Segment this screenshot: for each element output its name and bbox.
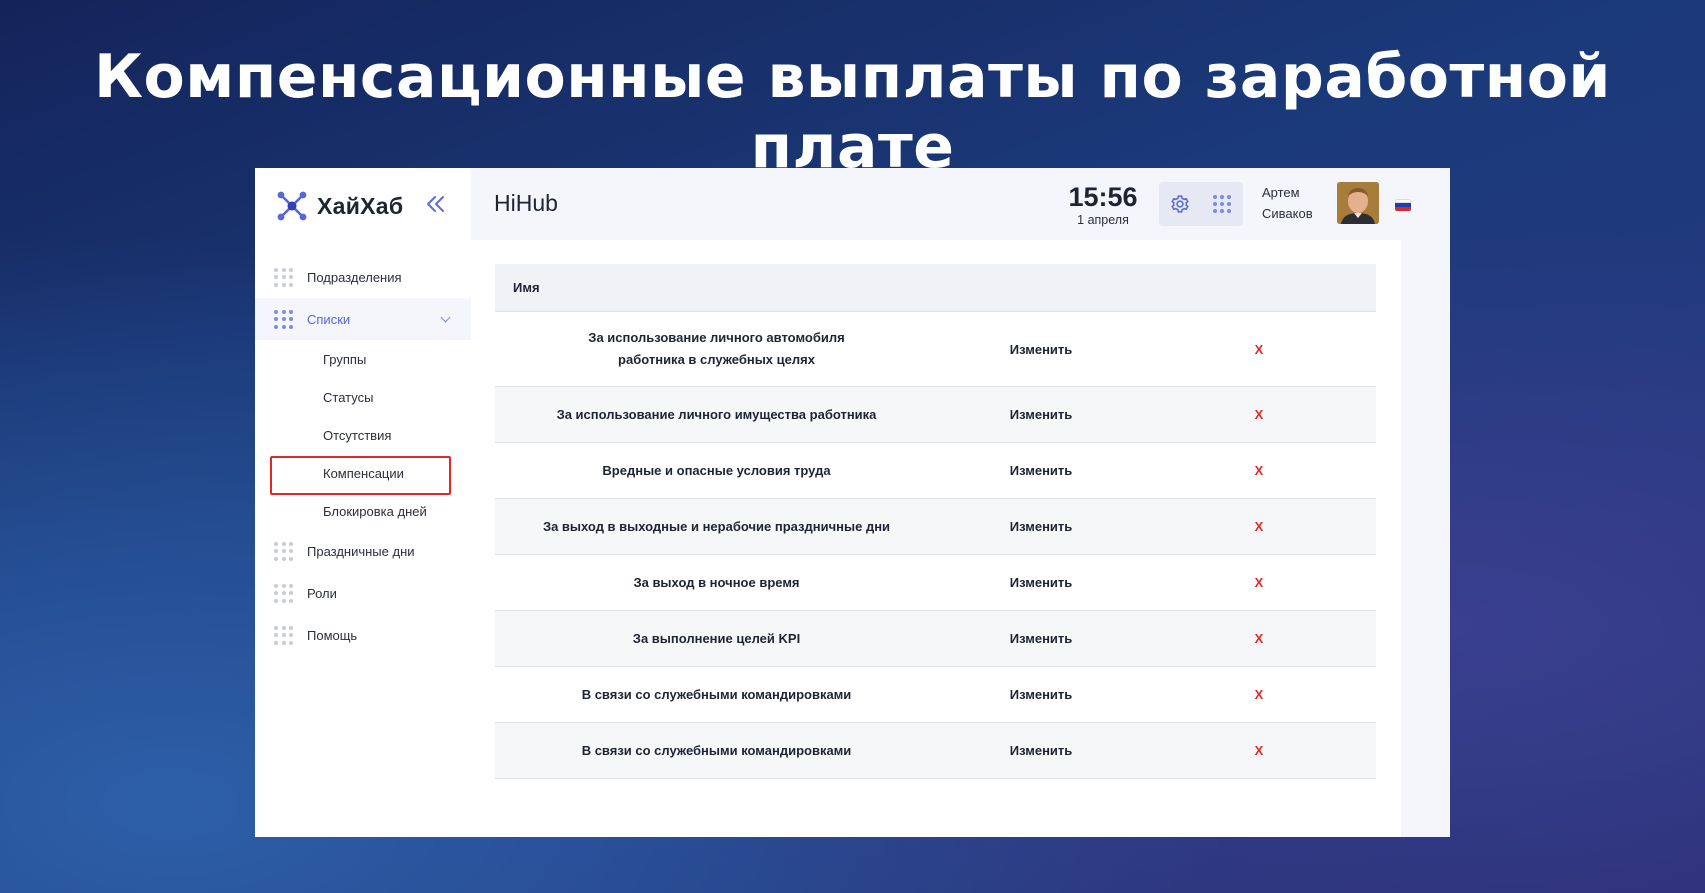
double-chevron-left-icon[interactable] (425, 192, 447, 216)
apps-grid-icon (1213, 195, 1231, 213)
sidebar-item-help[interactable]: Помощь (255, 614, 471, 656)
clock-time: 15:56 (1068, 182, 1138, 212)
edit-button[interactable]: Изменить (938, 519, 1144, 534)
edit-button[interactable]: Изменить (938, 463, 1144, 478)
grid-icon (274, 267, 293, 287)
compensation-name: Вредные и опасные условия труда (602, 462, 831, 478)
user-name[interactable]: Артем Сиваков (1262, 182, 1313, 224)
table-body: За использование личного автомобиля рабо… (495, 312, 1376, 779)
user-last-name: Сиваков (1262, 206, 1313, 221)
edit-button[interactable]: Изменить (938, 575, 1144, 590)
slide-title: Компенсационные выплаты по заработной пл… (94, 42, 1611, 182)
edit-button[interactable]: Изменить (938, 743, 1144, 758)
sidebar-item-label: Списки (307, 311, 351, 327)
apps-button[interactable] (1209, 191, 1235, 217)
clock-date: 1 апреля (1077, 213, 1129, 227)
sidebar-item-label: Помощь (307, 627, 358, 643)
logo-icon (277, 191, 307, 221)
sidebar-subitem-label: Статусы (323, 389, 374, 405)
edit-button[interactable]: Изменить (938, 687, 1144, 702)
table-row: За использование личного имущества работ… (495, 387, 1376, 443)
content-panel: Имя За использование личного автомобиля … (471, 240, 1401, 837)
user-first-name: Артем (1262, 185, 1300, 200)
logo[interactable]: ХайХаб (275, 188, 403, 224)
app-window: ХайХаб Подразделения Списки Группы Стату… (255, 168, 1450, 837)
page-title: HiHub (494, 190, 558, 216)
delete-button[interactable]: X (1144, 687, 1374, 702)
table-row: В связи со служебными командировками Изме… (495, 667, 1376, 723)
chevron-down-icon (440, 312, 451, 322)
sidebar: ХайХаб Подразделения Списки Группы Стату… (255, 168, 471, 837)
compensation-name: За выход в выходные и нерабочие празднич… (542, 518, 891, 534)
table-row: За использование личного автомобиля рабо… (495, 312, 1376, 387)
sidebar-item-label: Подразделения (307, 269, 402, 285)
delete-button[interactable]: X (1144, 743, 1374, 758)
compensation-name: За выход в ночное время (633, 574, 800, 590)
sidebar-nav: Подразделения Списки Группы Статусы Отсу… (255, 256, 471, 656)
table-row: За выход в выходные и нерабочие празднич… (495, 499, 1376, 555)
sidebar-item-lists[interactable]: Списки (255, 298, 471, 340)
logo-text: ХайХаб (317, 192, 404, 219)
table-row: В связи со служебными командировками Изме… (495, 723, 1376, 779)
topbar: HiHub 15:56 1 апреля Артем Сиваков (471, 168, 1450, 240)
edit-button[interactable]: Изменить (938, 342, 1144, 357)
table-header: Имя (495, 264, 1376, 312)
toolbar (1159, 182, 1243, 226)
compensation-name: В связи со служебными командировками (581, 686, 852, 702)
language-flag-ru[interactable] (1395, 199, 1411, 211)
sidebar-subitem-groups[interactable]: Группы (255, 340, 471, 378)
sidebar-item-label: Роли (307, 585, 337, 601)
sidebar-subitem-label: Группы (323, 351, 367, 367)
compensation-name: В связи со служебными командировками (581, 742, 852, 758)
sidebar-item-departments[interactable]: Подразделения (255, 256, 471, 298)
sidebar-item-label: Праздничные дни (307, 543, 415, 559)
grid-icon (274, 541, 293, 561)
column-header-name[interactable]: Имя (513, 280, 540, 295)
edit-button[interactable]: Изменить (938, 407, 1144, 422)
sidebar-subitem-label: Компенсации (323, 465, 404, 481)
grid-icon (274, 625, 293, 645)
gear-icon (1171, 195, 1189, 213)
sidebar-subitem-label: Блокировка дней (323, 503, 427, 519)
avatar[interactable] (1337, 182, 1379, 224)
sidebar-subitem-statuses[interactable]: Статусы (255, 378, 471, 416)
table-row: Вредные и опасные условия труда Изменить X (495, 443, 1376, 499)
compensation-name: За использование личного автомобиля рабо… (588, 330, 845, 367)
sidebar-subitem-compensations[interactable]: Компенсации (255, 454, 471, 495)
compensation-name: За использование личного имущества работ… (556, 406, 877, 422)
main-area: HiHub 15:56 1 апреля Артем Сиваков Имя З… (471, 168, 1450, 837)
delete-button[interactable]: X (1144, 407, 1374, 422)
sidebar-subitem-absences[interactable]: Отсутствия (255, 416, 471, 454)
sidebar-subitem-label: Отсутствия (323, 427, 392, 443)
clock: 15:56 1 апреля (1059, 182, 1147, 227)
sidebar-item-roles[interactable]: Роли (255, 572, 471, 614)
delete-button[interactable]: X (1144, 631, 1374, 646)
delete-button[interactable]: X (1144, 519, 1374, 534)
delete-button[interactable]: X (1144, 342, 1374, 357)
settings-button[interactable] (1167, 191, 1193, 217)
delete-button[interactable]: X (1144, 575, 1374, 590)
compensations-table: Имя За использование личного автомобиля … (495, 264, 1376, 779)
grid-icon (274, 583, 293, 603)
avatar-image (1337, 182, 1379, 224)
edit-button[interactable]: Изменить (938, 631, 1144, 646)
sidebar-subitem-day-blocking[interactable]: Блокировка дней (255, 492, 471, 530)
delete-button[interactable]: X (1144, 463, 1374, 478)
sidebar-item-holidays[interactable]: Праздничные дни (255, 530, 471, 572)
table-row: За выход в ночное время Изменить X (495, 555, 1376, 611)
grid-icon (274, 309, 293, 329)
table-row: За выполнение целей KPI Изменить X (495, 611, 1376, 667)
compensation-name: За выполнение целей KPI (632, 630, 801, 646)
